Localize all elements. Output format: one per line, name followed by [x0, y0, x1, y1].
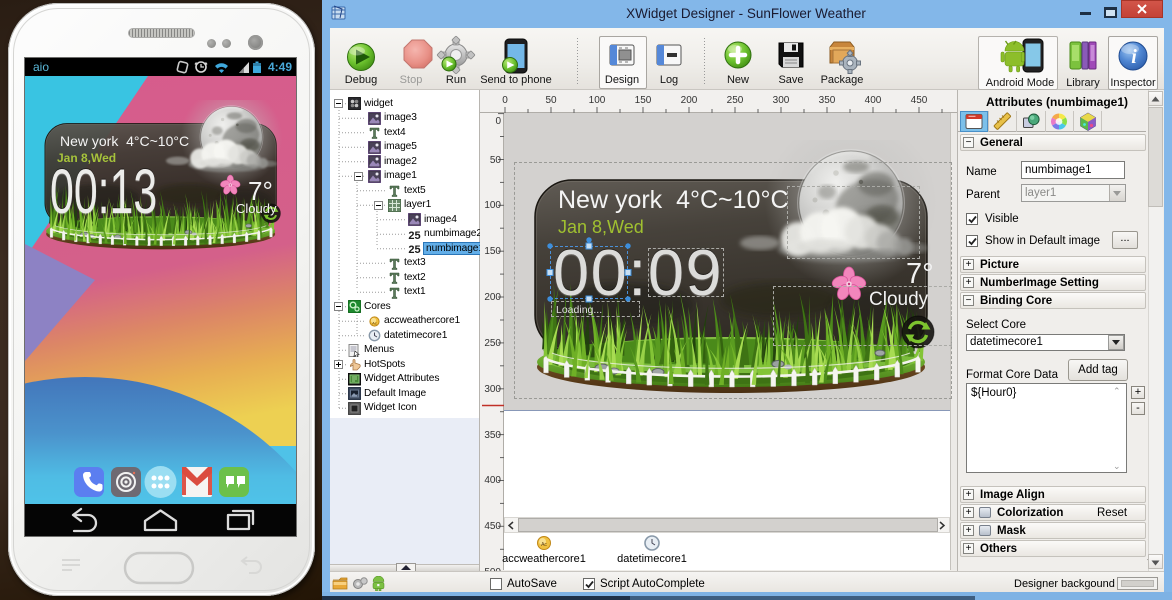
svg-text:Ac: Ac — [372, 320, 377, 325]
svg-text:25: 25 — [408, 244, 420, 255]
svg-text:25: 25 — [408, 230, 420, 241]
svg-text:i: i — [1131, 46, 1137, 68]
svg-text:Ac: Ac — [541, 542, 547, 548]
